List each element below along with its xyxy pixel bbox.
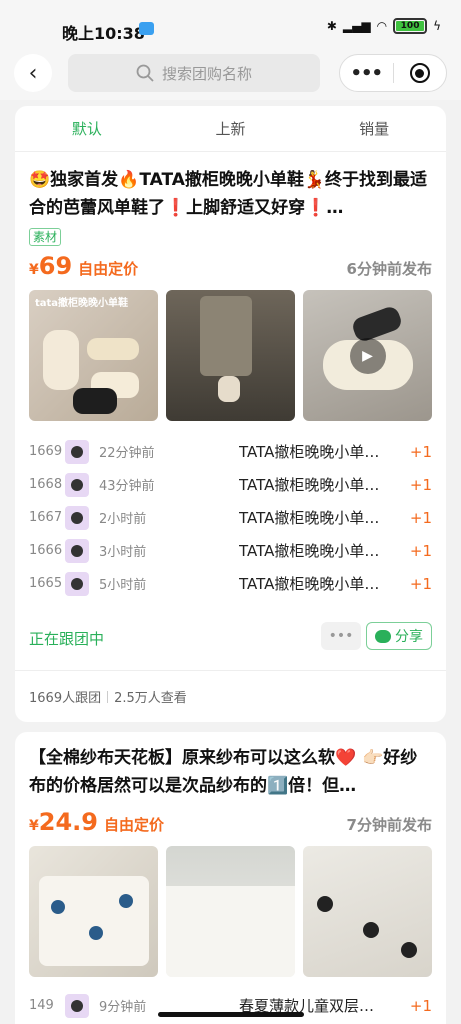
image-gallery (29, 846, 432, 977)
price-row: ¥24.9 自由定价 7分钟前发布 (29, 808, 432, 842)
views-count: 2.5万人查看 (114, 691, 187, 706)
wifi-icon: ◠ (376, 19, 388, 33)
participants-count: 1669人跟团 (29, 691, 102, 706)
price-value: 24.9 (38, 808, 98, 836)
back-button[interactable]: ‹ (14, 54, 52, 92)
order-time: 22分钟前 (99, 446, 155, 461)
post-card: 默认 上新 销量 🤩独家首发🔥TATA撤柜晚晚小单鞋💃终于找到最适合的芭蕾风单鞋… (15, 106, 446, 722)
order-row: 1666 3小时前 TATA撤柜晚晚小单… +1 (29, 534, 432, 567)
order-qty: +1 (409, 475, 432, 494)
avatar (65, 993, 89, 1018)
order-item: TATA撤柜晚晚小单… (239, 509, 380, 527)
order-qty: +1 (409, 574, 432, 593)
home-indicator[interactable] (158, 1012, 304, 1017)
order-qty: +1 (409, 508, 432, 527)
currency-symbol: ¥ (29, 262, 39, 278)
battery-level: 100 (396, 21, 425, 31)
search-placeholder: 搜索团购名称 (161, 64, 252, 83)
share-button[interactable]: 分享 (366, 622, 432, 650)
order-number: 149 (29, 998, 54, 1013)
nav-bar: ‹ 搜索团购名称 ••• (0, 54, 461, 100)
order-item: TATA撤柜晚晚小单… (239, 542, 380, 560)
image-gallery: tata撤柜晚晚小单鞋 ▶ (29, 290, 432, 421)
order-number: 1665 (29, 576, 63, 591)
avatar (65, 505, 89, 530)
post-time: 6分钟前发布 (346, 260, 432, 278)
product-image[interactable]: tata撤柜晚晚小单鞋 (29, 290, 158, 421)
avatar (65, 538, 89, 563)
order-time: 3小时前 (99, 545, 147, 560)
divider (107, 690, 109, 703)
avatar (65, 571, 89, 596)
product-image[interactable] (303, 846, 432, 977)
order-number: 1668 (29, 477, 63, 492)
price-note: 自由定价 (103, 816, 164, 834)
order-time: 2小时前 (99, 512, 147, 527)
currency-symbol: ¥ (29, 818, 39, 834)
post-title[interactable]: 【全棉纱布天花板】原来纱布可以这么软❤️ 👉🏻好纱布的价格居然可以是次品纱布的1… (29, 744, 432, 800)
close-mini-program-button[interactable] (394, 63, 447, 83)
product-image[interactable] (166, 846, 295, 977)
share-label: 分享 (395, 629, 423, 645)
image-caption: tata撤柜晚晚小单鞋 (35, 298, 129, 309)
chevron-left-icon: ‹ (28, 60, 38, 86)
status-time: 晚上10:38 (62, 24, 145, 43)
order-number: 1666 (29, 543, 63, 558)
order-list: 1669 22分钟前 TATA撤柜晚晚小单… +1 1668 43分钟前 TAT… (29, 435, 432, 600)
order-item: TATA撤柜晚晚小单… (239, 443, 380, 461)
order-row: 1665 5小时前 TATA撤柜晚晚小单… +1 (29, 567, 432, 600)
signal-icon: ▂▄▆ (342, 19, 371, 33)
tab-sales[interactable]: 销量 (302, 106, 446, 151)
post-content[interactable]: 【全棉纱布天花板】原来纱布可以这么软❤️ 👉🏻好纱布的价格居然可以是次品纱布的1… (15, 732, 446, 1022)
search-input[interactable]: 搜索团购名称 (68, 54, 320, 92)
battery-icon: 100 (393, 18, 428, 34)
following-status: 正在跟团中 (29, 630, 105, 648)
order-number: 1667 (29, 510, 63, 525)
product-image[interactable] (166, 290, 295, 421)
product-image[interactable] (29, 846, 158, 977)
order-item: TATA撤柜晚晚小单… (239, 575, 380, 593)
wechat-icon (375, 629, 391, 643)
order-row: 1668 43分钟前 TATA撤柜晚晚小单… +1 (29, 468, 432, 501)
price-row: ¥69 自由定价 6分钟前发布 (29, 252, 432, 286)
order-qty: +1 (409, 996, 432, 1015)
more-options-button[interactable]: ••• (321, 622, 361, 650)
status-icons: ✱ ▂▄▆ ◠ 100 ϟ (327, 18, 441, 34)
order-item: TATA撤柜晚晚小单… (239, 476, 380, 494)
avatar (65, 472, 89, 497)
play-icon[interactable]: ▶ (349, 337, 386, 374)
mini-program-capsule: ••• (339, 54, 447, 92)
order-qty: +1 (409, 541, 432, 560)
order-row: 149 9分钟前 春夏薄款儿童双层… +1 (29, 989, 432, 1022)
tab-newest[interactable]: 上新 (159, 106, 303, 151)
order-row: 1669 22分钟前 TATA撤柜晚晚小单… +1 (29, 435, 432, 468)
material-tag: 素材 (29, 228, 62, 246)
post-title[interactable]: 🤩独家首发🔥TATA撤柜晚晚小单鞋💃终于找到最适合的芭蕾风单鞋了❗上脚舒适又好穿… (29, 166, 432, 222)
order-qty: +1 (409, 442, 432, 461)
price-note: 自由定价 (78, 260, 139, 278)
post-stats: 1669人跟团 2.5万人查看 (15, 670, 446, 722)
more-button[interactable]: ••• (340, 63, 393, 84)
price-value: 69 (38, 252, 73, 280)
order-number: 1669 (29, 444, 63, 459)
order-time: 5小时前 (99, 578, 147, 593)
price: ¥24.9 自由定价 (29, 808, 164, 836)
post-time: 7分钟前发布 (346, 816, 432, 834)
target-icon (409, 63, 430, 83)
bluetooth-icon: ✱ (326, 19, 337, 33)
follow-row: 正在跟团中 ••• 分享 (29, 610, 432, 666)
order-time: 43分钟前 (99, 479, 155, 494)
charging-icon: ϟ (433, 19, 441, 33)
weather-icon (139, 22, 154, 35)
order-row: 1667 2小时前 TATA撤柜晚晚小单… +1 (29, 501, 432, 534)
price: ¥69 自由定价 (29, 252, 138, 280)
avatar (65, 439, 89, 464)
status-bar: 晚上10:38 ✱ ▂▄▆ ◠ 100 ϟ (0, 0, 461, 54)
product-video[interactable]: ▶ (303, 290, 432, 421)
tab-default[interactable]: 默认 (15, 106, 159, 151)
sort-tabs: 默认 上新 销量 (15, 106, 446, 152)
search-icon (136, 64, 154, 82)
post-card: 【全棉纱布天花板】原来纱布可以这么软❤️ 👉🏻好纱布的价格居然可以是次品纱布的1… (15, 732, 446, 1024)
post-content[interactable]: 🤩独家首发🔥TATA撤柜晚晚小单鞋💃终于找到最适合的芭蕾风单鞋了❗上脚舒适又好穿… (15, 152, 446, 666)
